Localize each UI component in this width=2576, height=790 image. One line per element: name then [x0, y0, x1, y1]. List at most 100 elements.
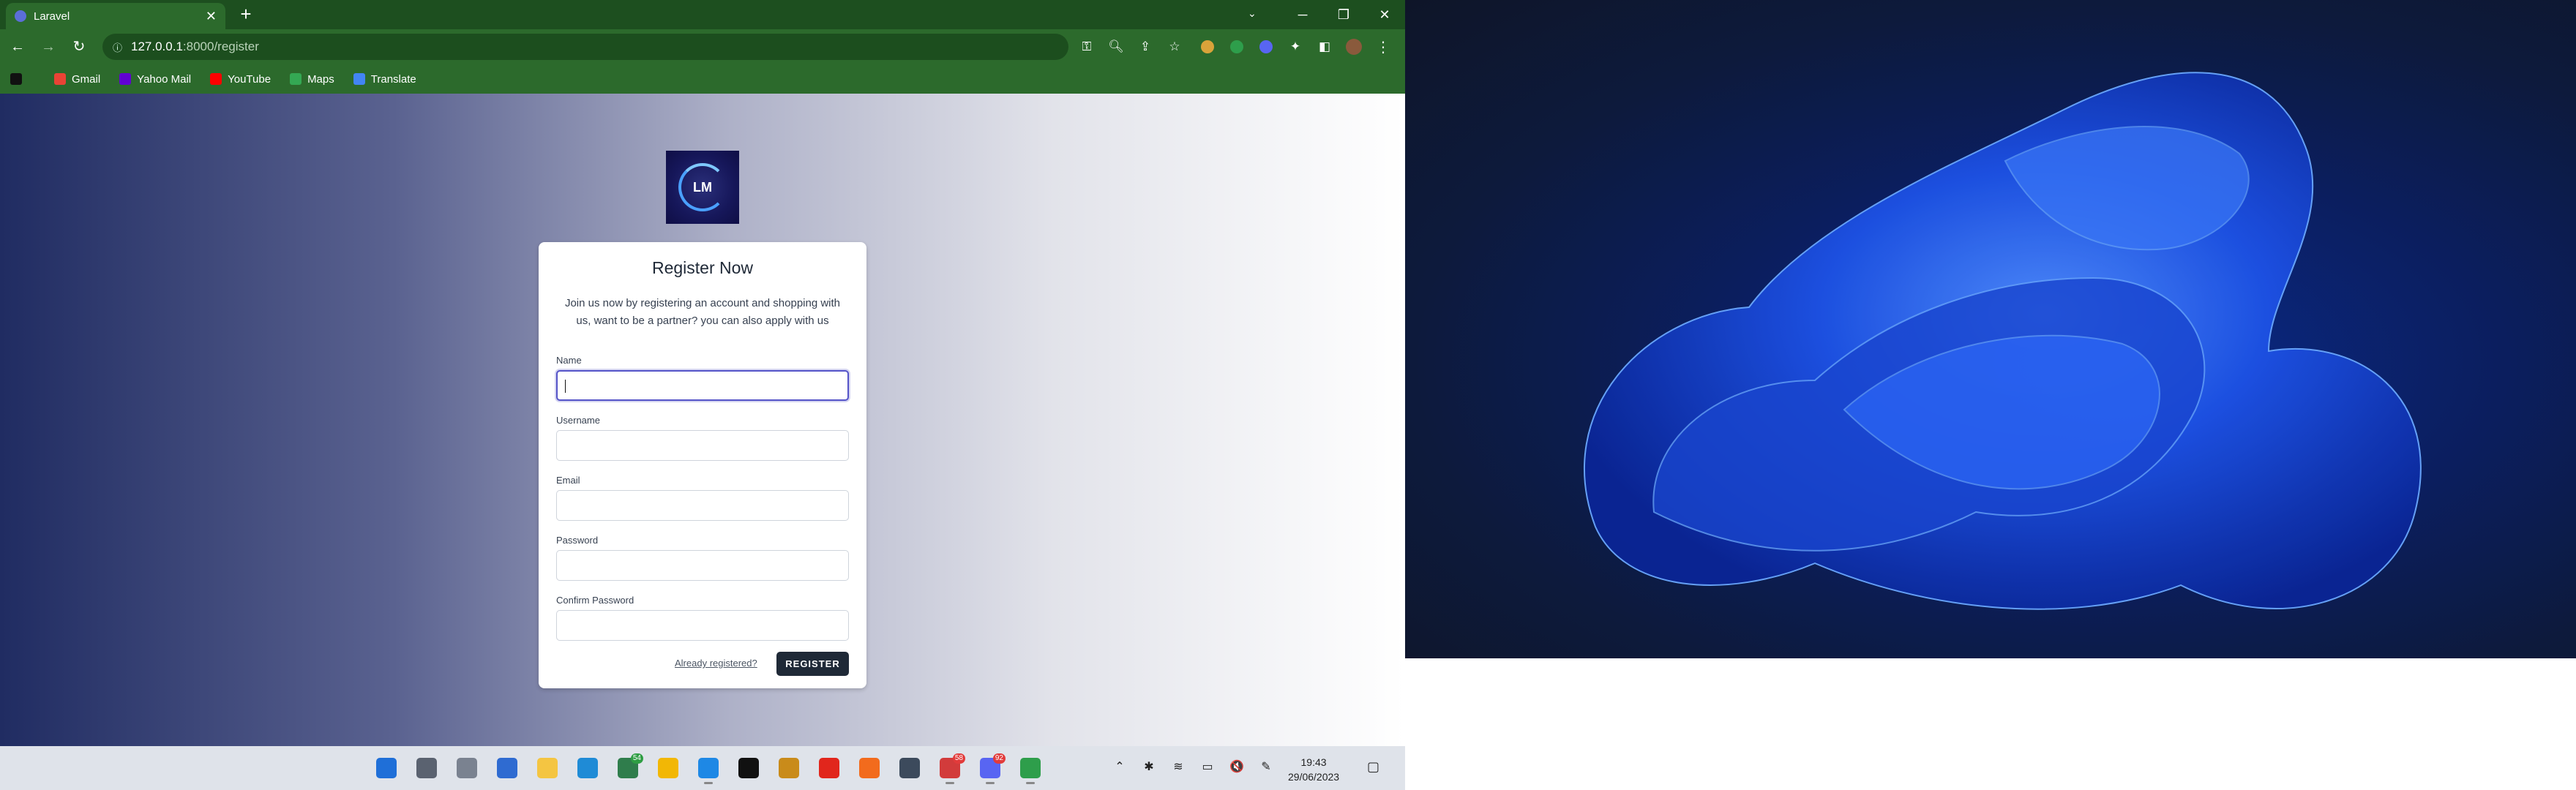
site-info-icon[interactable]: ⓘ [113, 40, 122, 54]
name-label: Name [556, 355, 582, 366]
site-logo[interactable]: LM [666, 151, 739, 224]
running-indicator [986, 782, 995, 784]
file-explorer-icon [536, 758, 558, 778]
taskbar-xampp-button[interactable] [849, 753, 889, 783]
volume-muted-icon[interactable]: 🔇 [1222, 759, 1251, 774]
netflix-icon [738, 758, 759, 778]
taskbar-netflix-button[interactable] [728, 753, 768, 783]
search-icon [416, 758, 437, 778]
bookmark-label: YouTube [228, 72, 272, 86]
filezilla-icon [778, 758, 799, 778]
taskbar-search-button[interactable] [406, 753, 446, 783]
restore-button[interactable]: ❐ [1323, 7, 1364, 23]
clock-date: 29/06/2023 [1288, 771, 1340, 783]
bookmarks-bar: Gmail Yahoo Mail YouTube Maps Translate [0, 64, 1405, 94]
taskbar-3d-viewer-button[interactable] [889, 753, 929, 783]
wifi-icon[interactable]: ≋ [1164, 759, 1193, 774]
address-bar-actions: ⚿ 🔍︎ ⇪ ☆ [1072, 37, 1189, 57]
back-button[interactable]: ← [7, 37, 28, 57]
bookmark-youtube[interactable]: YouTube [210, 73, 271, 86]
taskbar-start-button[interactable] [366, 753, 406, 783]
bloom-wallpaper-image [1583, 72, 2422, 610]
bookmark-label: Maps [307, 72, 334, 86]
taskbar-slack-button[interactable]: 58 [929, 753, 970, 784]
bookmark-translate[interactable]: Translate [353, 73, 416, 86]
taskbar-apps: 54 58 92 [366, 753, 1050, 784]
tray-overflow-icon[interactable]: ⌃ [1105, 759, 1134, 774]
pen-icon[interactable]: ✎ [1251, 759, 1281, 774]
bookmark-yahoo-mail[interactable]: Yahoo Mail [119, 73, 191, 86]
browser-window: Laravel ✕ + ⌄ ─ ❐ ✕ ← → ↻ ⓘ 127.0.0.1 :8… [0, 0, 1405, 746]
taskbar-discord-button[interactable]: 92 [970, 753, 1010, 784]
star-icon[interactable]: ☆ [1160, 37, 1189, 57]
taskbar: 54 58 92 ⌃ ✱ ≋ ▭ 🔇 ✎ 19:43 29/06/2023 ▢ [0, 746, 1405, 790]
minimize-button[interactable]: ─ [1282, 7, 1323, 23]
taskbar-store-button[interactable] [648, 753, 688, 783]
puzzle-icon[interactable]: ✦ [1281, 37, 1310, 57]
bookmark-gmail[interactable]: Gmail [54, 73, 100, 86]
window-controls: ─ ❐ ✕ [1282, 0, 1405, 29]
confirm-password-label: Confirm Password [556, 595, 634, 606]
address-bar[interactable]: ⓘ 127.0.0.1 :8000/register [102, 34, 1068, 60]
extension-3-icon[interactable] [1251, 37, 1281, 57]
register-button[interactable]: REGISTER [776, 652, 849, 676]
bluetooth-icon[interactable]: ✱ [1134, 759, 1164, 774]
taskbar-task-view-button[interactable] [446, 753, 487, 783]
bookmark-tt[interactable] [10, 73, 35, 85]
share-icon[interactable]: ⇪ [1131, 37, 1160, 57]
bookmark-label: Gmail [72, 72, 101, 86]
taskbar-teams-button[interactable]: 54 [607, 753, 648, 783]
extension-1-icon[interactable] [1193, 37, 1222, 57]
clock-time: 19:43 [1300, 756, 1327, 768]
running-indicator [946, 782, 954, 784]
running-indicator [704, 782, 713, 784]
taskbar-edge-button[interactable] [567, 753, 607, 783]
bookmark-maps[interactable]: Maps [290, 73, 334, 86]
taskbar-file-explorer-button[interactable] [527, 753, 567, 783]
system-tray: ⌃ ✱ ≋ ▭ 🔇 ✎ [1105, 759, 1281, 774]
reload-button[interactable]: ↻ [69, 37, 89, 57]
name-field[interactable] [556, 370, 849, 401]
extension-2-icon[interactable] [1222, 37, 1251, 57]
tab-close-icon[interactable]: ✕ [206, 9, 217, 24]
new-tab-button[interactable]: + [236, 4, 256, 25]
taskbar-widgets-button[interactable] [487, 753, 527, 783]
clock[interactable]: 19:43 29/06/2023 [1288, 755, 1339, 784]
url-path: :8000/register [182, 40, 259, 53]
taskbar-vscode-button[interactable] [688, 753, 728, 784]
password-field[interactable] [556, 550, 849, 581]
side-panel-icon[interactable]: ◧ [1310, 37, 1339, 57]
username-field[interactable] [556, 430, 849, 461]
intro-text: Join us now by registering an account an… [564, 297, 841, 327]
confirm-password-field[interactable] [556, 610, 849, 641]
zoom-icon[interactable]: 🔍︎ [1101, 37, 1131, 57]
taskbar-filezilla-button[interactable] [768, 753, 809, 783]
desktop: Laravel ✕ + ⌄ ─ ❐ ✕ ← → ↻ ⓘ 127.0.0.1 :8… [0, 0, 2576, 790]
notification-icon[interactable]: ▢ [1367, 759, 1379, 775]
edge-icon [577, 758, 598, 778]
unused-screen-area [1405, 658, 2576, 790]
email-field[interactable] [556, 490, 849, 521]
tab-search-icon[interactable]: ⌄ [1248, 7, 1257, 20]
forward-button[interactable]: → [38, 37, 59, 57]
desktop-wallpaper [1405, 0, 2576, 658]
tab-laravel[interactable]: Laravel ✕ [6, 3, 225, 29]
notification-badge: 58 [952, 753, 965, 764]
already-registered-link[interactable]: Already registered? [675, 658, 757, 669]
gmail-icon [54, 73, 66, 85]
close-button[interactable]: ✕ [1364, 7, 1405, 23]
key-icon[interactable]: ⚿ [1072, 37, 1101, 57]
tt-icon [10, 73, 22, 85]
url-host: 127.0.0.1 [131, 40, 183, 53]
battery-icon[interactable]: ▭ [1193, 759, 1222, 774]
start-icon [375, 758, 397, 778]
menu-icon[interactable]: ⋮ [1368, 37, 1398, 57]
notification-badge: 92 [992, 753, 1006, 764]
bookmark-label: Yahoo Mail [137, 72, 192, 86]
avatar[interactable] [1339, 37, 1368, 57]
laravel-favicon-icon [15, 10, 26, 22]
taskbar-chrome-button[interactable] [1010, 753, 1050, 784]
password-label: Password [556, 535, 599, 546]
taskbar-opera-button[interactable] [809, 753, 849, 783]
email-label: Email [556, 475, 580, 486]
